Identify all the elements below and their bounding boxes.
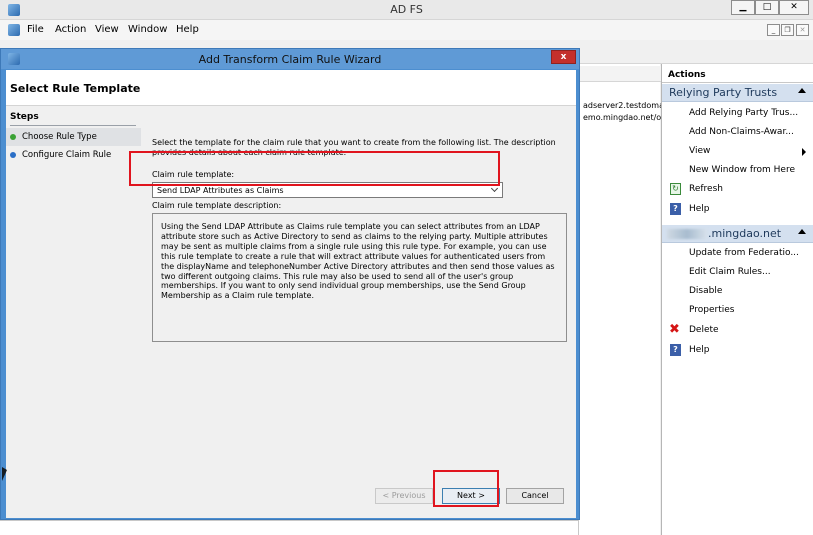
action-add-non-claims-aware[interactable]: Add Non-Claims-Awar...	[662, 123, 813, 142]
action-help-2[interactable]: ? Help	[662, 341, 813, 360]
action-label: Disable	[689, 286, 723, 296]
help-icon: ?	[670, 344, 681, 356]
submenu-arrow-icon	[802, 148, 806, 156]
help-icon: ?	[670, 203, 681, 215]
minimize-button[interactable]: ▁	[731, 0, 755, 15]
mdi-minimize-button[interactable]: _	[767, 24, 780, 36]
steps-panel: Steps Choose Rule Type Configure Claim R…	[6, 107, 141, 518]
dialog-title: Add Transform Claim Rule Wizard	[198, 53, 382, 66]
step-current-icon	[10, 134, 16, 140]
refresh-icon: ↻	[670, 183, 681, 195]
menu-bar: File Action View Window Help	[0, 20, 813, 40]
previous-button[interactable]: < Previous	[375, 488, 433, 504]
action-label: New Window from Here	[689, 165, 795, 175]
action-update-from-federation[interactable]: Update from Federatio...	[662, 244, 813, 263]
section-relying-party-trusts[interactable]: Relying Party Trusts	[662, 84, 813, 102]
section-label: .mingdao.net	[708, 227, 782, 240]
relying-party-list: adserver2.testdoma emo.mingdao.net/or	[578, 64, 661, 535]
action-disable[interactable]: Disable	[662, 282, 813, 301]
step-label: Choose Rule Type	[22, 132, 97, 142]
action-refresh[interactable]: ↻ Refresh	[662, 180, 813, 199]
status-area	[0, 520, 578, 535]
template-highlight-box	[129, 151, 500, 186]
list-item[interactable]: adserver2.testdoma	[583, 101, 661, 110]
step-label: Configure Claim Rule	[22, 150, 112, 160]
dialog-titlebar[interactable]: Add Transform Claim Rule Wizard x	[1, 49, 579, 69]
collapse-arrow-icon[interactable]	[798, 88, 806, 93]
steps-divider	[10, 125, 136, 126]
action-view[interactable]: View	[662, 142, 813, 161]
mdi-restore-button[interactable]: ❐	[781, 24, 794, 36]
action-label: Add Non-Claims-Awar...	[689, 127, 794, 137]
mdi-close-button[interactable]: ✕	[796, 24, 809, 36]
steps-title: Steps	[10, 112, 39, 122]
action-label: View	[689, 146, 711, 156]
action-delete[interactable]: ✖ Delete	[662, 321, 813, 340]
menu-file[interactable]: File	[27, 24, 44, 35]
action-label: Refresh	[689, 184, 723, 194]
action-add-relying-party-trust[interactable]: Add Relying Party Trus...	[662, 104, 813, 123]
list-header	[579, 66, 661, 82]
actions-title: Actions	[662, 66, 813, 83]
add-transform-claim-rule-wizard: Add Transform Claim Rule Wizard x Select…	[0, 48, 580, 520]
redacted-area	[667, 229, 707, 239]
step-configure-claim-rule[interactable]: Configure Claim Rule	[6, 146, 141, 164]
action-new-window[interactable]: New Window from Here	[662, 161, 813, 180]
selected-template: Send LDAP Attributes as Claims	[157, 186, 284, 195]
actions-pane: Actions Relying Party Trusts Add Relying…	[661, 64, 813, 535]
list-item[interactable]: emo.mingdao.net/or	[583, 113, 661, 122]
window-title: AD FS	[390, 3, 423, 16]
close-window-button[interactable]: ✕	[779, 0, 809, 15]
menu-view[interactable]: View	[95, 24, 119, 35]
chevron-down-icon	[490, 184, 499, 193]
next-highlight-box	[433, 470, 499, 507]
action-label: Delete	[689, 325, 719, 335]
maximize-button[interactable]: □	[755, 0, 779, 15]
delete-icon: ✖	[669, 322, 680, 337]
window-titlebar: AD FS ▁ □ ✕	[0, 0, 813, 20]
dialog-header: Select Rule Template	[6, 70, 576, 106]
action-label: Edit Claim Rules...	[689, 267, 771, 277]
action-label: Help	[689, 345, 710, 355]
action-label: Update from Federatio...	[689, 248, 799, 258]
action-label: Add Relying Party Trus...	[689, 108, 799, 118]
page-title: Select Rule Template	[10, 82, 141, 95]
collapse-arrow-icon[interactable]	[798, 229, 806, 234]
action-help[interactable]: ? Help	[662, 200, 813, 219]
menu-action[interactable]: Action	[55, 24, 86, 35]
action-properties[interactable]: Properties	[662, 301, 813, 320]
action-label: Properties	[689, 305, 735, 315]
menu-window[interactable]: Window	[128, 24, 167, 35]
template-description: Using the Send LDAP Attribute as Claims …	[161, 222, 555, 301]
step-pending-icon	[10, 152, 16, 158]
dialog-close-button[interactable]: x	[551, 50, 576, 64]
menu-app-icon[interactable]	[8, 24, 20, 36]
step-choose-rule-type[interactable]: Choose Rule Type	[6, 128, 141, 146]
mouse-cursor-icon	[2, 467, 7, 481]
cancel-button[interactable]: Cancel	[506, 488, 564, 504]
template-description-box: Using the Send LDAP Attribute as Claims …	[152, 213, 567, 342]
dialog-body: Select Rule Template Steps Choose Rule T…	[6, 70, 576, 518]
action-edit-claim-rules[interactable]: Edit Claim Rules...	[662, 263, 813, 282]
menu-help[interactable]: Help	[176, 24, 199, 35]
action-label: Help	[689, 204, 710, 214]
section-label: Relying Party Trusts	[669, 86, 778, 99]
description-label: Claim rule template description:	[152, 201, 282, 210]
